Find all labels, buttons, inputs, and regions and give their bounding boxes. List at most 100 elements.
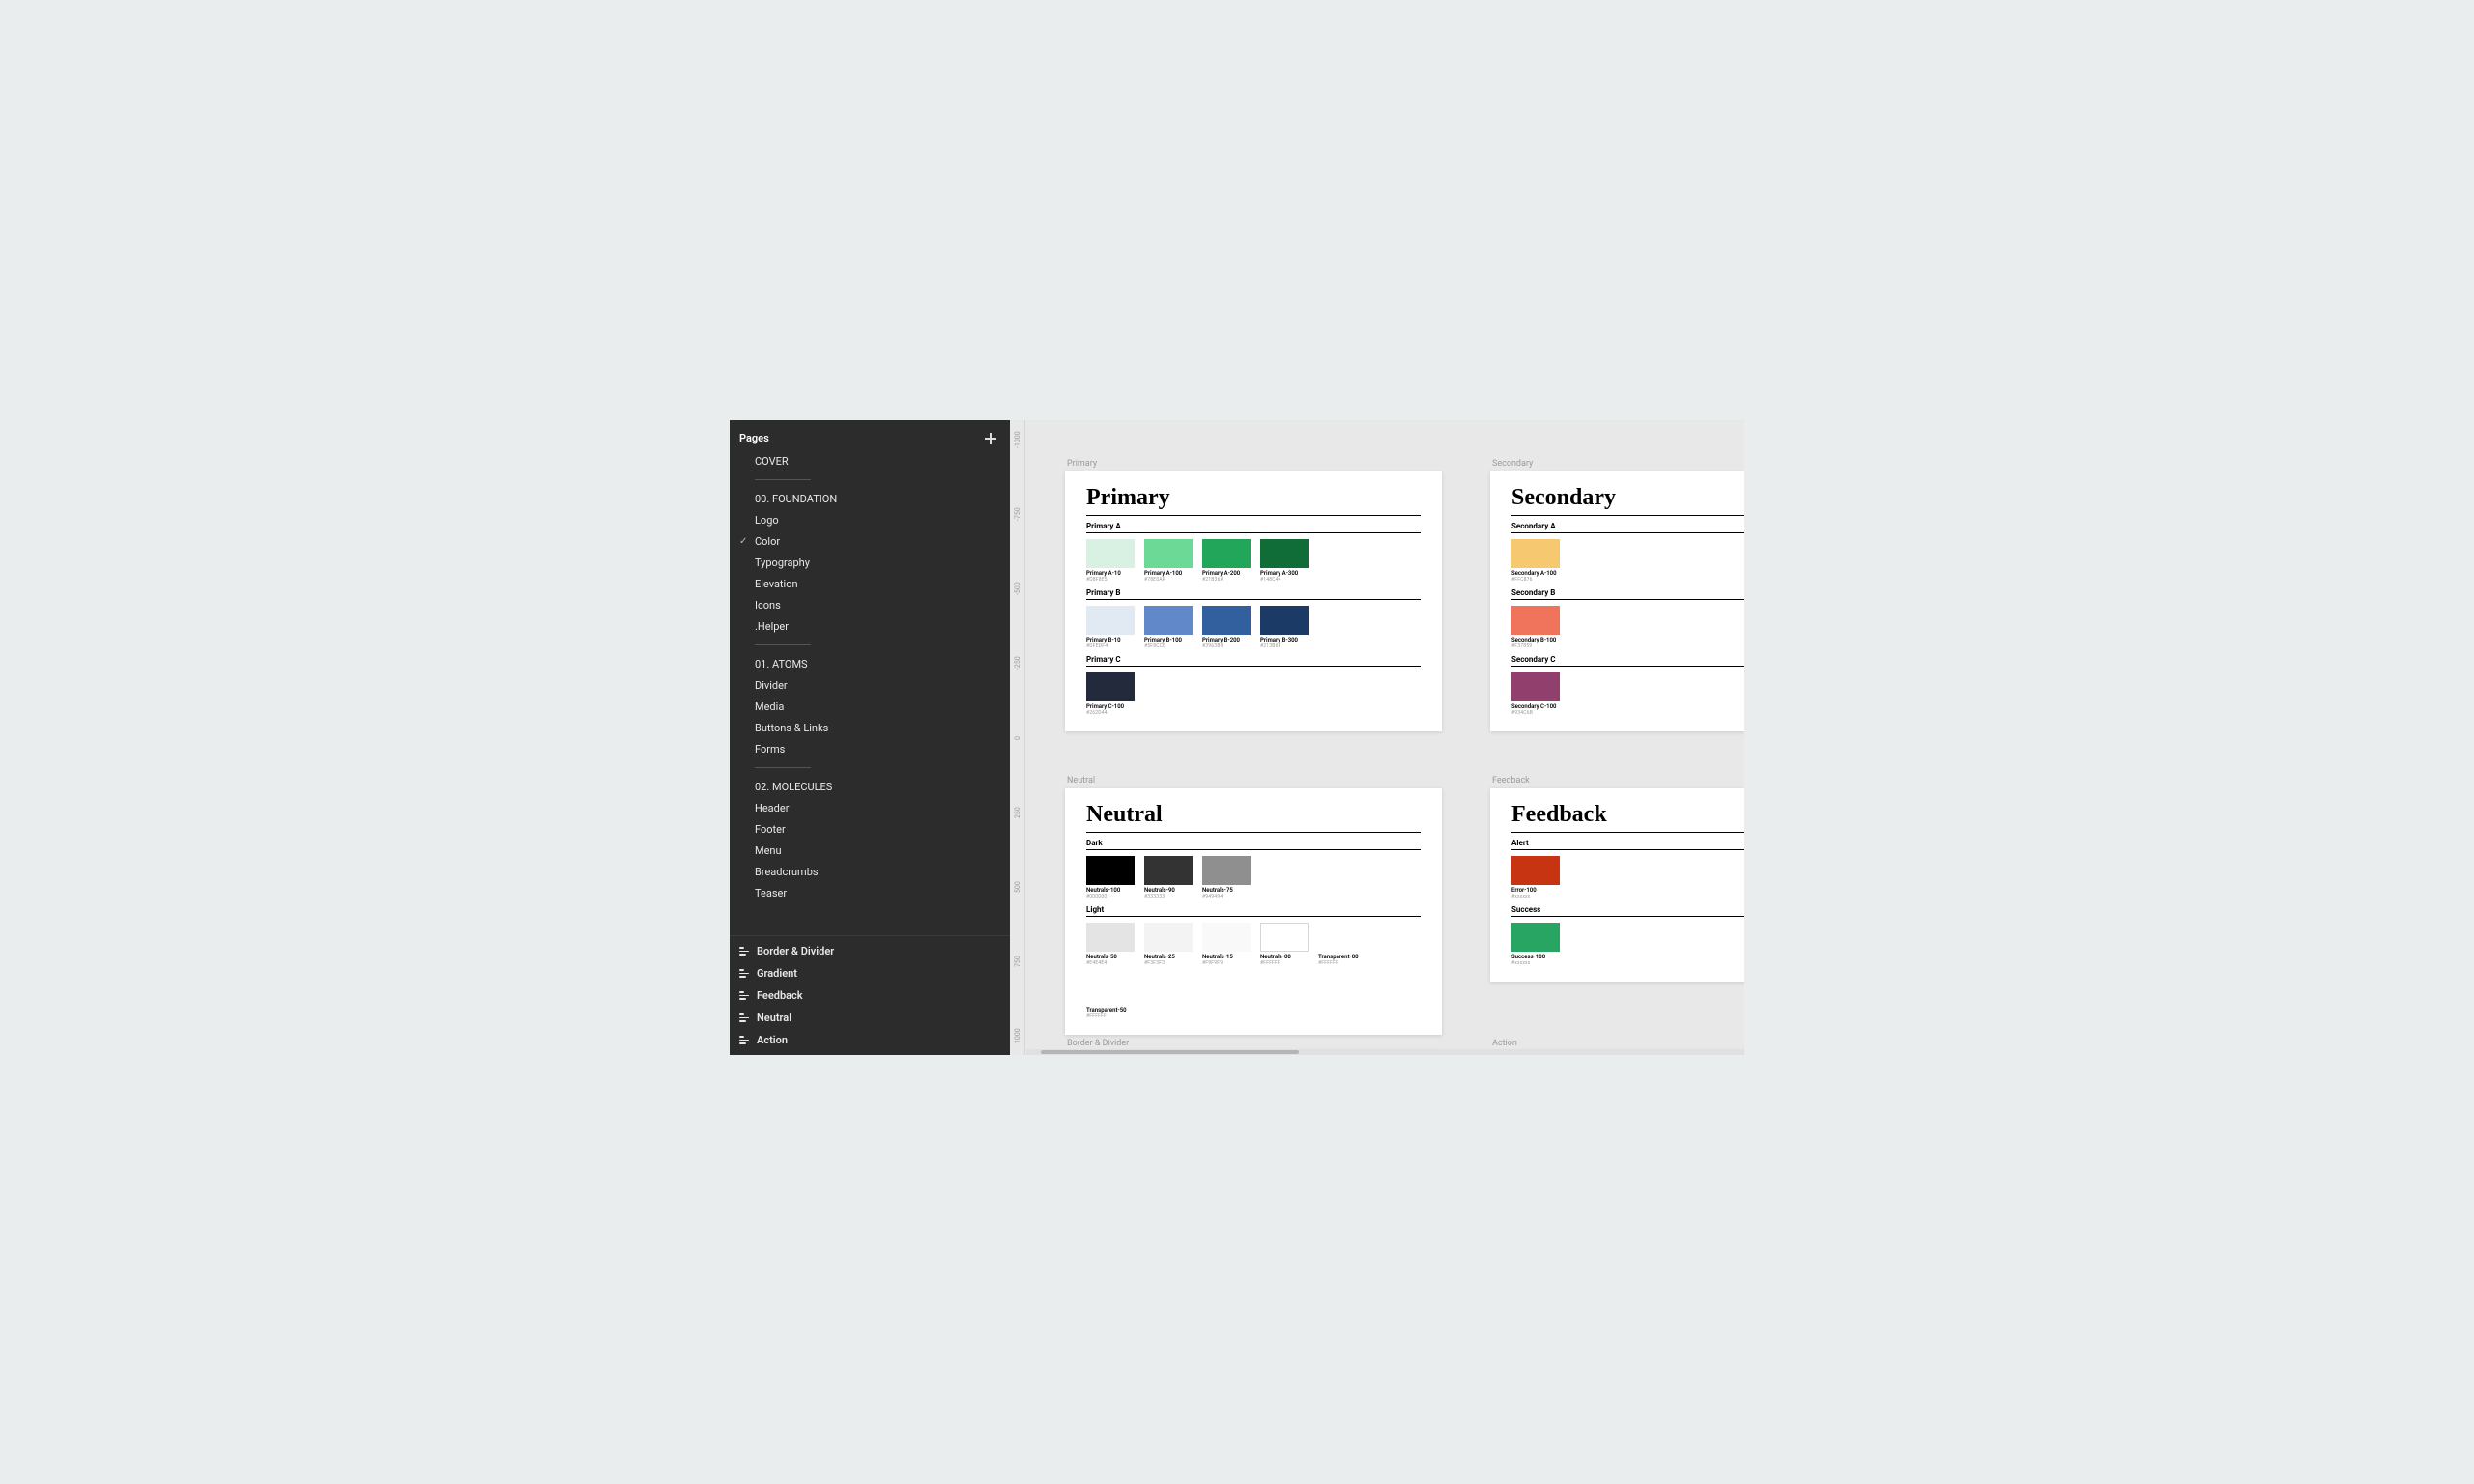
page-item[interactable]: Typography [730, 552, 1010, 573]
frame-label[interactable]: Action [1490, 1039, 1744, 1048]
page-item[interactable]: Media [730, 696, 1010, 717]
page-item[interactable]: Teaser [730, 882, 1010, 903]
swatch-hex: #FFFFFF [1318, 960, 1366, 966]
swatch-chip [1086, 606, 1135, 635]
color-swatch[interactable]: Neutrals-25#F3F3F3 [1144, 923, 1193, 966]
layer-item[interactable]: Feedback [730, 985, 1010, 1007]
color-swatch[interactable]: Primary B-300#213B6F [1260, 606, 1309, 649]
add-page-icon[interactable] [985, 433, 996, 444]
color-swatch[interactable]: Primary B-200#3963B9 [1202, 606, 1251, 649]
horizontal-scrollbar-thumb[interactable] [1041, 1050, 1299, 1054]
page-item-label: Logo [755, 514, 779, 527]
color-swatch[interactable]: Primary C-100#262D44 [1086, 672, 1135, 716]
swatch-hex: #F37859 [1511, 643, 1560, 649]
page-item[interactable]: Header [730, 797, 1010, 818]
frame-label[interactable]: Feedback [1490, 776, 1744, 785]
layer-item[interactable]: Border & Divider [730, 940, 1010, 962]
layer-item-label: Feedback [757, 989, 803, 1002]
page-item-label: Breadcrumbs [755, 866, 819, 878]
color-swatch[interactable]: Primary A-200#21B36A [1202, 539, 1251, 583]
frame-label[interactable]: Neutral [1065, 776, 1442, 785]
swatch-hex: #262D44 [1086, 710, 1135, 716]
page-item[interactable]: ✓Color [730, 530, 1010, 552]
page-item-label: COVER [755, 455, 789, 468]
design-frame[interactable]: SecondarySecondary ASecondary A-100#FFC8… [1490, 471, 1744, 731]
color-swatch[interactable]: Transparent-50#FFFFFF [1086, 976, 1135, 1019]
page-item-label: Header [755, 802, 789, 814]
frame-label[interactable]: Border & Divider [1065, 1039, 1442, 1048]
layer-item[interactable]: Action [730, 1029, 1010, 1051]
color-swatch[interactable]: Secondary A-100#FFC876 [1511, 539, 1560, 583]
page-item[interactable]: Forms [730, 738, 1010, 759]
color-swatch[interactable]: Primary A-300#148C44 [1260, 539, 1309, 583]
design-frame[interactable]: FeedbackAlertError-100#xxxxxxSuccessSucc… [1490, 788, 1744, 982]
page-item[interactable]: Footer [730, 818, 1010, 840]
swatch-name: Primary A-10 [1086, 570, 1135, 577]
horizontal-scrollbar[interactable] [1026, 1049, 1744, 1055]
color-swatch[interactable]: Neutrals-90#333333 [1144, 856, 1193, 899]
pages-header-label: Pages [739, 432, 769, 444]
color-swatch[interactable]: Error-100#xxxxxx [1511, 856, 1560, 899]
swatch-chip [1260, 606, 1309, 635]
swatch-name: Neutrals-50 [1086, 954, 1135, 960]
page-item[interactable]: Divider [730, 674, 1010, 696]
swatch-chip [1202, 539, 1251, 568]
swatch-name: Neutrals-100 [1086, 887, 1135, 894]
layer-item[interactable]: Gradient [730, 962, 1010, 985]
page-item[interactable]: COVER [730, 450, 1010, 471]
canvas-inner[interactable]: Primary PrimaryPrimary APrimary A-10#D8F8… [1026, 420, 1744, 1055]
color-swatch[interactable]: Primary B-10#DFEDF4 [1086, 606, 1135, 649]
page-separator [755, 767, 811, 768]
color-swatch[interactable]: Secondary C-100#934C6B [1511, 672, 1560, 716]
swatch-group-label: Success [1511, 905, 1744, 917]
color-swatch[interactable]: Neutrals-75#949494 [1202, 856, 1251, 899]
swatch-hex: #D8F8E5 [1086, 577, 1135, 583]
page-item[interactable]: 02. MOLECULES [730, 776, 1010, 797]
swatch-row: Primary B-10#DFEDF4Primary B-100#5F8CCBP… [1086, 606, 1421, 649]
swatch-chip [1511, 672, 1560, 701]
color-swatch[interactable]: Neutrals-15#F9F9F9 [1202, 923, 1251, 966]
page-item[interactable]: Menu [730, 840, 1010, 861]
page-item[interactable]: 01. ATOMS [730, 653, 1010, 674]
design-frame[interactable]: NeutralDarkNeutrals-100#000000Neutrals-9… [1065, 788, 1442, 1035]
swatch-hex: #F9F9F9 [1202, 960, 1251, 966]
ruler-tick: -750 [1010, 497, 1025, 531]
page-item[interactable]: Breadcrumbs [730, 861, 1010, 882]
swatch-hex: #xxxxxx [1511, 894, 1560, 899]
frame-list-icon [739, 991, 749, 1000]
swatch-chip [1144, 856, 1193, 885]
frame-title: Neutral [1086, 802, 1421, 833]
swatch-chip [1202, 923, 1251, 952]
color-swatch[interactable]: Neutrals-100#000000 [1086, 856, 1135, 899]
frame-label[interactable]: Secondary [1490, 459, 1744, 469]
canvas[interactable]: -1000-750-500-25002505007501000 PrimaryP… [1010, 420, 1744, 1055]
swatch-name: Primary B-200 [1202, 637, 1251, 643]
page-item[interactable]: Logo [730, 509, 1010, 530]
swatch-hex: #E4E4E4 [1086, 960, 1135, 966]
page-item[interactable]: 00. FOUNDATION [730, 488, 1010, 509]
swatch-hex: #FFFFFF [1086, 1013, 1135, 1019]
swatch-hex: #934C6B [1511, 710, 1560, 716]
swatch-chip [1086, 856, 1135, 885]
page-item[interactable]: Elevation [730, 573, 1010, 594]
color-swatch[interactable]: Neutrals-50#E4E4E4 [1086, 923, 1135, 966]
frame-title: Feedback [1511, 802, 1744, 833]
page-item[interactable]: Icons [730, 594, 1010, 615]
layer-item[interactable]: Neutral [730, 1007, 1010, 1029]
color-swatch[interactable]: Transparent-00#FFFFFF [1318, 923, 1366, 966]
color-swatch[interactable]: Primary B-100#5F8CCB [1144, 606, 1193, 649]
pages-list: COVER 00. FOUNDATION Logo ✓ColorTypography E… [730, 450, 1010, 903]
design-frame[interactable]: PrimaryPrimary APrimary A-10#D8F8E5Prima… [1065, 471, 1442, 731]
color-swatch[interactable]: Primary A-10#D8F8E5 [1086, 539, 1135, 583]
frame-list-icon [739, 1036, 749, 1044]
page-item[interactable]: Buttons & Links [730, 717, 1010, 738]
swatch-chip [1086, 672, 1135, 701]
color-swatch[interactable]: Secondary B-100#F37859 [1511, 606, 1560, 649]
color-swatch[interactable]: Primary A-100#78E0AF [1144, 539, 1193, 583]
color-swatch[interactable]: Neutrals-00#FFFFFF [1260, 923, 1309, 966]
page-item-label: Elevation [755, 578, 798, 590]
page-item[interactable]: .Helper [730, 615, 1010, 637]
color-swatch[interactable]: Success-100#xxxxxx [1511, 923, 1560, 966]
frame-label[interactable]: Primary [1065, 459, 1442, 469]
ruler-tick: -500 [1010, 571, 1025, 606]
